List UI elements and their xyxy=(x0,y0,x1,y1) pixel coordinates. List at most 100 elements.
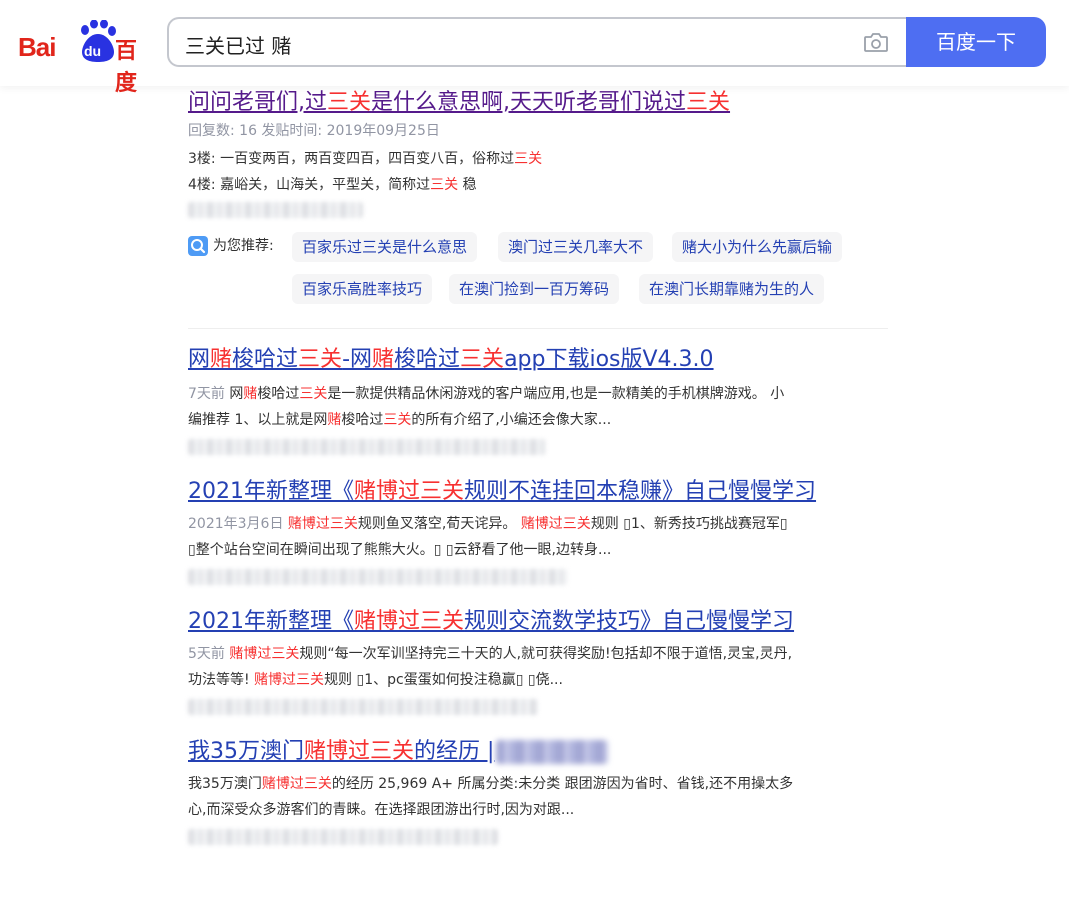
text-segment: 梭哈过 xyxy=(394,347,461,372)
result-date: 2021年3月6日 xyxy=(188,516,288,532)
text-segment: 的经历 | xyxy=(414,739,495,764)
result-snippet-line: 4楼: 嘉峪关，山海关，平型关，简称过三关 稳 xyxy=(188,172,888,198)
highlight-keyword: 赌博过三关 xyxy=(287,516,358,532)
text-segment: 规则 ▯1、新秀技巧挑战赛冠军▯ xyxy=(590,516,788,532)
highlight-keyword: 赌博过三关 xyxy=(304,739,415,764)
recommend-label: 为您推荐: xyxy=(213,238,274,254)
text-segment: 网 xyxy=(188,347,211,372)
result-item: 问问老哥们,过三关是什么意思啊,天天听老哥们说过三关 回复数: 16 发贴时间:… xyxy=(188,88,888,218)
highlight-keyword: 三关 xyxy=(299,386,328,402)
text-segment: 我35万澳门 xyxy=(188,776,262,792)
result-snippet-line: ▯整个站台空间在瞬间出现了熊熊大火。▯ ▯云舒看了他一眼,边转身... xyxy=(188,537,888,563)
result-date: 5天前 xyxy=(188,646,230,662)
recommend-chip[interactable]: 百家乐过三关是什么意思 xyxy=(292,232,478,262)
highlight-keyword: 赌博过三关 xyxy=(354,609,465,634)
result-meta: 回复数: 16 发贴时间: 2019年09月25日 xyxy=(188,123,440,139)
result-snippet-line: 3楼: 一百变两百，两百变四百，四百变八百，俗称过三关 xyxy=(188,146,888,172)
highlight-keyword: 赌博过三关 xyxy=(520,516,591,532)
snippet-text: 赌博过三关规则鱼叉落空,荀天诧异。 赌博过三关规则 ▯1、新秀技巧挑战赛冠军▯ xyxy=(288,516,788,532)
text-segment: 是一款提供精品休闲游戏的客户端应用,也是一款精美的手机棋牌游戏。 小 xyxy=(327,386,785,402)
recommend-chip[interactable]: 在澳门捡到一百万筹码 xyxy=(449,274,620,304)
result-snippet-line: 心,而深受众多游客们的青睐。在选择跟团游出行时,因为对跟... xyxy=(188,797,888,823)
recommend-chip[interactable]: 百家乐高胜率技巧 xyxy=(292,274,433,304)
text-segment: 规则鱼叉落空,荀天诧异。 xyxy=(357,516,521,532)
text-segment: 的所有介绍了,小编还会像大家... xyxy=(411,412,612,428)
highlight-keyword: 赌博过三关 xyxy=(229,646,300,662)
search-button[interactable]: 百度一下 xyxy=(906,17,1046,67)
highlight-keyword: 三关 xyxy=(460,347,505,372)
blurred-source-url xyxy=(188,569,568,585)
result-item: 我35万澳门赌博过三关的经历 | 我35万澳门赌博过三关的经历 25,969 A… xyxy=(188,737,888,845)
result-item: 2021年新整理《赌博过三关规则不连挂回本稳赚》自己慢慢学习 2021年3月6日… xyxy=(188,477,888,585)
text-segment: 问问老哥们,过 xyxy=(188,90,327,115)
recommend-chip[interactable]: 赌大小为什么先赢后输 xyxy=(672,232,843,262)
search-box[interactable]: 三关已过 赌 xyxy=(167,17,909,67)
highlight-keyword: 三关 xyxy=(686,90,731,115)
recommend-chip[interactable]: 在澳门长期靠赌为生的人 xyxy=(639,274,825,304)
text-segment: 梭哈过 xyxy=(232,347,299,372)
text-segment: 编推荐 1、以上就是网 xyxy=(188,412,328,428)
result-snippet-line: 5天前 赌博过三关规则“每一次军训坚持完三十天的人,就可获得奖励!包括却不限于道… xyxy=(188,641,888,667)
result-title-text: 我35万澳门赌博过三关的经历 | xyxy=(188,737,494,767)
highlight-keyword: 赌 xyxy=(243,386,258,402)
text-segment: 是什么意思啊,天天听老哥们说过 xyxy=(371,90,687,115)
header: Bai du 百度 三关已过 赌 百度一下 xyxy=(0,0,1069,96)
text-segment: 梭哈过 xyxy=(257,386,300,402)
baidu-logo[interactable]: Bai du 百度 xyxy=(18,20,148,96)
search-suggest-icon xyxy=(188,236,208,256)
camera-icon[interactable] xyxy=(863,31,889,53)
text-segment: 网 xyxy=(229,386,244,402)
blurred-site-name xyxy=(496,740,609,764)
result-snippet-line: 功法等等! 赌博过三关规则 ▯1、pc蛋蛋如何投注稳赢▯ ▯侥... xyxy=(188,667,888,693)
highlight-keyword: 赌 xyxy=(327,412,342,428)
result-snippet-line: 7天前 网赌梭哈过三关是一款提供精品休闲游戏的客户端应用,也是一款精美的手机棋牌… xyxy=(188,381,888,407)
text-segment: 规则交流数学技巧》自己慢慢学习 xyxy=(464,609,795,634)
blurred-source-url xyxy=(188,202,363,218)
text-segment: app下载ios版V4.3.0 xyxy=(504,347,714,372)
result-item: 网赌梭哈过三关-网赌梭哈过三关app下载ios版V4.3.0 7天前 网赌梭哈过… xyxy=(188,345,888,455)
result-snippet-line: 2021年3月6日 赌博过三关规则鱼叉落空,荀天诧异。 赌博过三关规则 ▯1、新… xyxy=(188,511,888,537)
text-segment: 规则 ▯1、pc蛋蛋如何投注稳赢▯ ▯侥... xyxy=(324,672,563,688)
text-segment: 稳 xyxy=(458,177,477,193)
snippet-text: 网赌梭哈过三关是一款提供精品休闲游戏的客户端应用,也是一款精美的手机棋牌游戏。 … xyxy=(229,386,784,402)
logo-text-du: du xyxy=(84,43,102,59)
highlight-keyword: 三关 xyxy=(514,151,543,167)
highlight-keyword: 赌博过三关 xyxy=(254,672,325,688)
search-input[interactable]: 三关已过 赌 xyxy=(185,30,291,59)
result-title[interactable]: 网赌梭哈过三关-网赌梭哈过三关app下载ios版V4.3.0 xyxy=(188,345,888,375)
highlight-keyword: 赌博过三关 xyxy=(261,776,332,792)
result-date: 7天前 xyxy=(188,386,230,402)
highlight-keyword: 赌 xyxy=(210,347,233,372)
result-snippet-line: 编推荐 1、以上就是网赌梭哈过三关的所有介绍了,小编还会像大家... xyxy=(188,407,888,433)
result-title[interactable]: 2021年新整理《赌博过三关规则交流数学技巧》自己慢慢学习 xyxy=(188,607,888,637)
logo-text-bai: Bai xyxy=(18,32,56,62)
text-segment: 规则“每一次军训坚持完三十天的人,就可获得奖励!包括却不限于道悟,灵宝,灵丹, xyxy=(299,646,793,662)
highlight-keyword: 赌博过三关 xyxy=(354,479,465,504)
text-segment: ▯整个站台空间在瞬间出现了熊熊大火。▯ ▯云舒看了他一眼,边转身... xyxy=(188,542,612,558)
blurred-source-url xyxy=(188,699,538,715)
text-segment: 梭哈过 xyxy=(341,412,384,428)
result-title[interactable]: 2021年新整理《赌博过三关规则不连挂回本稳赚》自己慢慢学习 xyxy=(188,477,888,507)
result-snippet-line: 我35万澳门赌博过三关的经历 25,969 A+ 所属分类:未分类 跟团游因为省… xyxy=(188,771,888,797)
highlight-keyword: 三关 xyxy=(298,347,343,372)
text-segment: 的经历 25,969 A+ 所属分类:未分类 跟团游因为省时、省钱,还不用操太多 xyxy=(331,776,794,792)
text-segment: 4楼: 嘉峪关，山海关，平型关，简称过 xyxy=(188,177,431,193)
blurred-source-url xyxy=(188,829,498,845)
logo-text-baidu-cn: 百度 xyxy=(115,39,138,96)
recommend-box: 为您推荐: 百家乐过三关是什么意思 澳门过三关几率大不 赌大小为什么先赢后输 百… xyxy=(188,228,888,324)
text-segment: 我35万澳门 xyxy=(188,739,304,764)
text-segment: 2021年新整理《 xyxy=(188,479,354,504)
text-segment: 功法等等! xyxy=(188,672,255,688)
text-segment: 心,而深受众多游客们的青睐。在选择跟团游出行时,因为对跟... xyxy=(188,802,575,818)
results-list: 问问老哥们,过三关是什么意思啊,天天听老哥们说过三关 回复数: 16 发贴时间:… xyxy=(188,86,888,845)
snippet-text: 赌博过三关规则“每一次军训坚持完三十天的人,就可获得奖励!包括却不限于道悟,灵宝… xyxy=(229,646,792,662)
text-segment: 规则不连挂回本稳赚》自己慢慢学习 xyxy=(464,479,817,504)
recommend-chip[interactable]: 澳门过三关几率大不 xyxy=(498,232,654,262)
text-segment: -网 xyxy=(342,347,373,372)
highlight-keyword: 三关 xyxy=(383,412,412,428)
result-title[interactable]: 问问老哥们,过三关是什么意思啊,天天听老哥们说过三关 xyxy=(188,88,888,118)
highlight-keyword: 三关 xyxy=(430,177,459,193)
divider xyxy=(188,328,888,329)
result-title[interactable]: 我35万澳门赌博过三关的经历 | xyxy=(188,737,888,767)
text-segment: 2021年新整理《 xyxy=(188,609,354,634)
